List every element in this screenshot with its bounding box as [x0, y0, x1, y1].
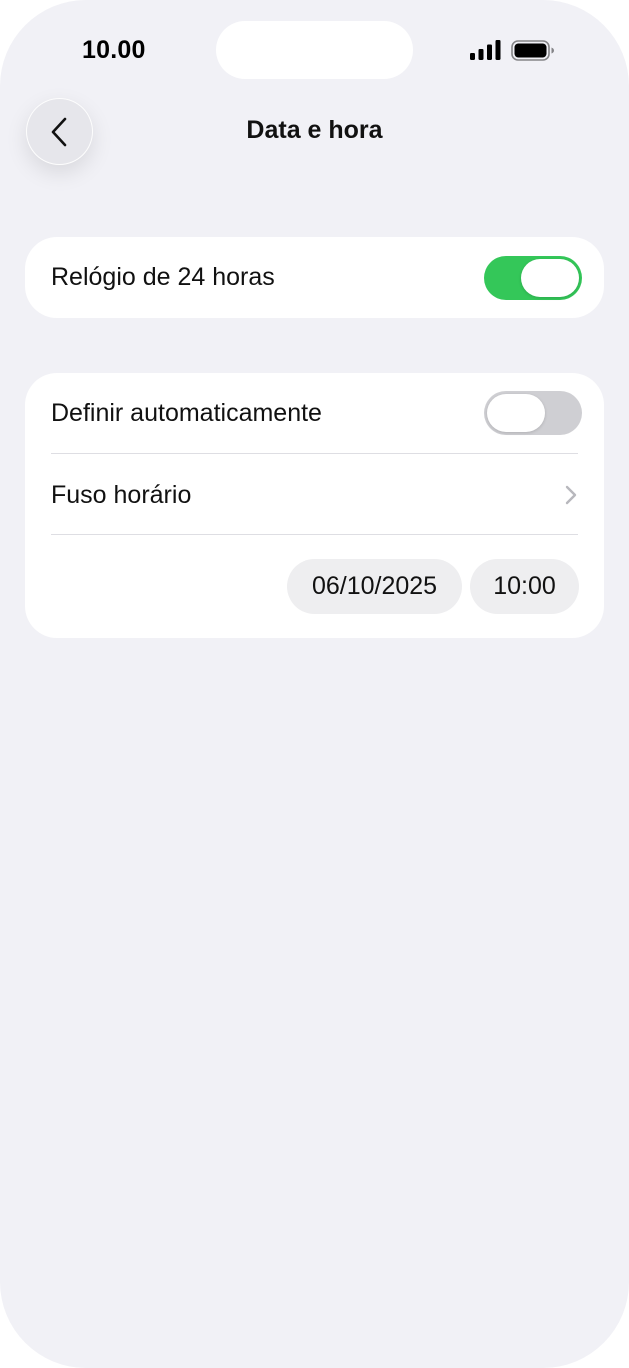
dynamic-island — [216, 21, 413, 79]
battery-icon — [511, 40, 554, 61]
auto-set-row: Definir automaticamente — [51, 373, 582, 453]
auto-set-toggle[interactable] — [484, 391, 582, 435]
clock-format-card: Relógio de 24 horas — [25, 237, 604, 318]
date-time-pickers: 06/10/2025 10:00 — [287, 559, 579, 614]
time-picker-button[interactable]: 10:00 — [470, 559, 579, 614]
page-title: Data e hora — [246, 116, 383, 144]
clock-24h-row: Relógio de 24 horas — [51, 237, 582, 318]
timezone-row[interactable]: Fuso horário — [51, 455, 582, 535]
toggle-knob — [487, 394, 545, 432]
cellular-signal-icon — [470, 40, 501, 60]
date-picker-button[interactable]: 06/10/2025 — [287, 559, 462, 614]
status-time: 10.00 — [82, 36, 146, 64]
clock-24h-label: Relógio de 24 horas — [51, 263, 275, 291]
divider — [51, 453, 578, 454]
timezone-label: Fuso horário — [51, 480, 192, 509]
phone-screen: 10.00 Data e hora Relógio de 24 horas De… — [0, 0, 629, 1368]
toggle-knob — [521, 258, 579, 297]
clock-24h-toggle[interactable] — [484, 255, 582, 300]
auto-set-label: Definir automaticamente — [51, 398, 322, 427]
date-time-card: Definir automaticamente Fuso horário 06/… — [25, 373, 604, 638]
chevron-right-icon — [565, 485, 577, 505]
divider — [51, 534, 578, 535]
